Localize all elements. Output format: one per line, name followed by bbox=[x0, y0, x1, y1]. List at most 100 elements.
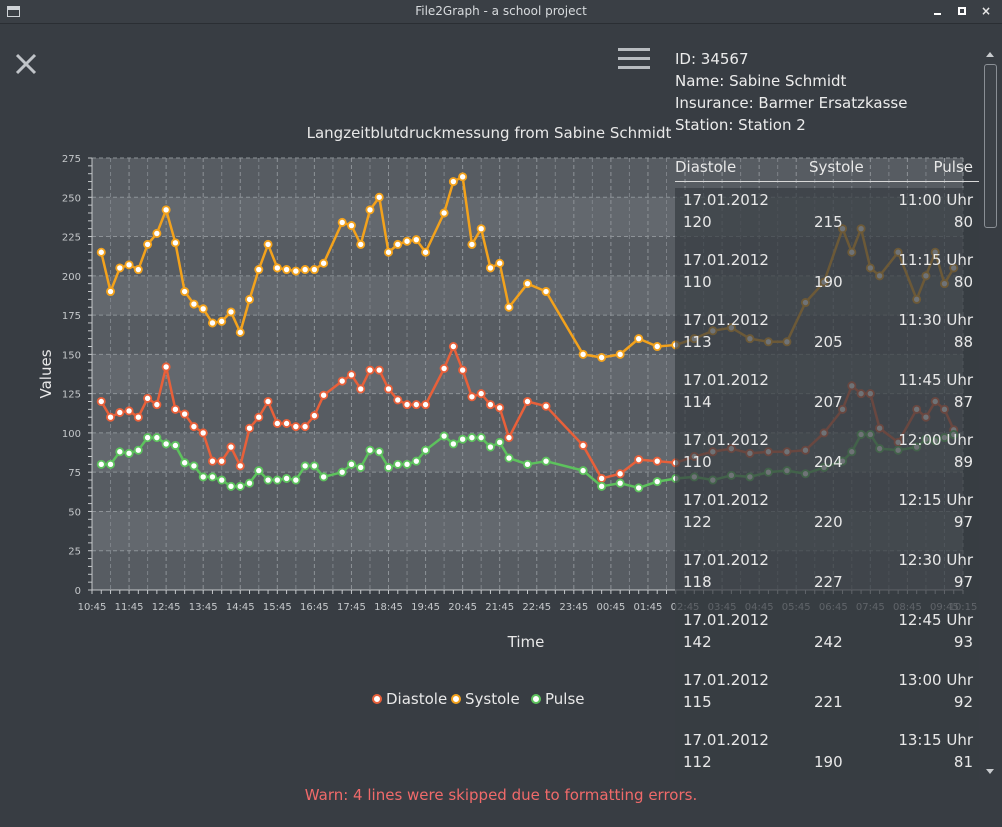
header-diastole: Diastole bbox=[675, 158, 737, 176]
data-point bbox=[458, 172, 468, 182]
data-point bbox=[198, 472, 208, 482]
data-point bbox=[402, 400, 412, 410]
data-point bbox=[272, 418, 282, 428]
data-point bbox=[467, 239, 477, 249]
chart-legend: Diastole Systole Pulse bbox=[372, 690, 585, 708]
data-point bbox=[263, 396, 273, 406]
x-tick-label: 00:45 bbox=[596, 602, 625, 613]
row-systole: 204 bbox=[814, 453, 843, 471]
data-point bbox=[421, 247, 431, 257]
row-pulse: 89 bbox=[953, 453, 973, 471]
data-point bbox=[161, 205, 171, 215]
y-tick-label: 225 bbox=[62, 233, 81, 244]
row-time: 12:30 Uhr bbox=[898, 551, 973, 569]
row-time: 12:45 Uhr bbox=[898, 611, 973, 629]
data-point bbox=[337, 467, 347, 477]
row-pulse: 87 bbox=[953, 393, 973, 411]
data-point bbox=[485, 263, 495, 273]
data-point bbox=[411, 235, 421, 245]
legend-marker bbox=[531, 694, 541, 704]
data-point bbox=[254, 265, 264, 275]
data-point bbox=[124, 406, 134, 416]
maximize-button[interactable] bbox=[954, 3, 970, 19]
data-point bbox=[282, 265, 292, 275]
data-point bbox=[207, 472, 217, 482]
table-row: 17.01.2012 12:00 Uhr 110 204 89 bbox=[675, 428, 979, 488]
y-tick-label: 200 bbox=[62, 272, 81, 283]
data-point bbox=[384, 384, 394, 394]
data-point bbox=[384, 247, 394, 257]
row-diastole: 120 bbox=[683, 213, 712, 231]
data-point bbox=[393, 239, 403, 249]
data-point bbox=[365, 205, 375, 215]
legend-marker bbox=[451, 694, 461, 704]
close-icon[interactable] bbox=[12, 50, 40, 78]
data-point bbox=[170, 404, 180, 414]
minimize-button[interactable] bbox=[930, 3, 946, 19]
data-point bbox=[541, 401, 551, 411]
hamburger-menu-icon[interactable] bbox=[618, 48, 652, 74]
warning-message: Warn: 4 lines were skipped due to format… bbox=[304, 786, 698, 804]
data-point bbox=[282, 473, 292, 483]
data-point bbox=[523, 396, 533, 406]
data-point bbox=[578, 349, 588, 359]
data-point bbox=[485, 400, 495, 410]
data-point bbox=[207, 318, 217, 328]
row-time: 12:15 Uhr bbox=[898, 491, 973, 509]
data-point bbox=[615, 349, 625, 359]
data-point bbox=[226, 307, 236, 317]
panel-scrollbar[interactable] bbox=[983, 48, 998, 780]
data-point bbox=[245, 294, 255, 304]
y-tick-label: 25 bbox=[68, 547, 81, 558]
data-point bbox=[254, 412, 264, 422]
data-point bbox=[356, 239, 366, 249]
row-systole: 221 bbox=[814, 693, 843, 711]
data-point bbox=[300, 461, 310, 471]
window-close-button[interactable]: × bbox=[978, 3, 994, 19]
row-pulse: 97 bbox=[953, 513, 973, 531]
scroll-up-arrow-icon[interactable] bbox=[986, 52, 994, 57]
data-point bbox=[207, 456, 217, 466]
scroll-down-arrow-icon[interactable] bbox=[986, 769, 994, 774]
data-point bbox=[356, 384, 366, 394]
data-point bbox=[374, 365, 384, 375]
patient-name: Name: Sabine Schmidt bbox=[675, 72, 847, 90]
row-systole: 215 bbox=[814, 213, 843, 231]
row-time: 13:00 Uhr bbox=[898, 671, 973, 689]
x-tick-label: 16:45 bbox=[300, 602, 329, 613]
header-systole: Systole bbox=[809, 158, 864, 176]
data-point bbox=[346, 370, 356, 380]
row-date: 17.01.2012 bbox=[683, 311, 769, 329]
row-diastole: 110 bbox=[683, 453, 712, 471]
data-point bbox=[384, 462, 394, 472]
row-time: 11:00 Uhr bbox=[898, 191, 973, 209]
legend-label: Pulse bbox=[545, 690, 585, 708]
row-systole: 205 bbox=[814, 333, 843, 351]
x-tick-label: 11:45 bbox=[115, 602, 144, 613]
data-point bbox=[597, 481, 607, 491]
row-systole: 190 bbox=[814, 753, 843, 771]
x-tick-label: 17:45 bbox=[337, 602, 366, 613]
row-pulse: 80 bbox=[953, 213, 973, 231]
data-point bbox=[143, 433, 153, 443]
row-date: 17.01.2012 bbox=[683, 491, 769, 509]
measurement-table-body[interactable]: 17.01.2012 11:00 Uhr 120 215 80 17.01.2012 11:… bbox=[675, 188, 979, 780]
y-tick-label: 150 bbox=[62, 350, 81, 361]
data-point bbox=[180, 409, 190, 419]
row-diastole: 113 bbox=[683, 333, 712, 351]
data-point bbox=[458, 434, 468, 444]
data-point bbox=[337, 217, 347, 227]
patient-info: ID: 34567 Name: Sabine Schmidt Insurance… bbox=[670, 48, 982, 136]
table-row: 17.01.2012 12:45 Uhr 142 242 93 bbox=[675, 608, 979, 668]
row-time: 11:15 Uhr bbox=[898, 251, 973, 269]
y-tick-label: 175 bbox=[62, 311, 81, 322]
x-tick-label: 20:45 bbox=[448, 602, 477, 613]
data-point bbox=[152, 400, 162, 410]
x-axis-label: Time bbox=[507, 633, 545, 651]
data-point bbox=[439, 431, 449, 441]
data-point bbox=[217, 456, 227, 466]
scrollbar-thumb[interactable] bbox=[984, 64, 997, 228]
patient-insurance: Insurance: Barmer Ersatzkasse bbox=[675, 94, 908, 112]
data-point bbox=[309, 411, 319, 421]
data-point bbox=[263, 239, 273, 249]
